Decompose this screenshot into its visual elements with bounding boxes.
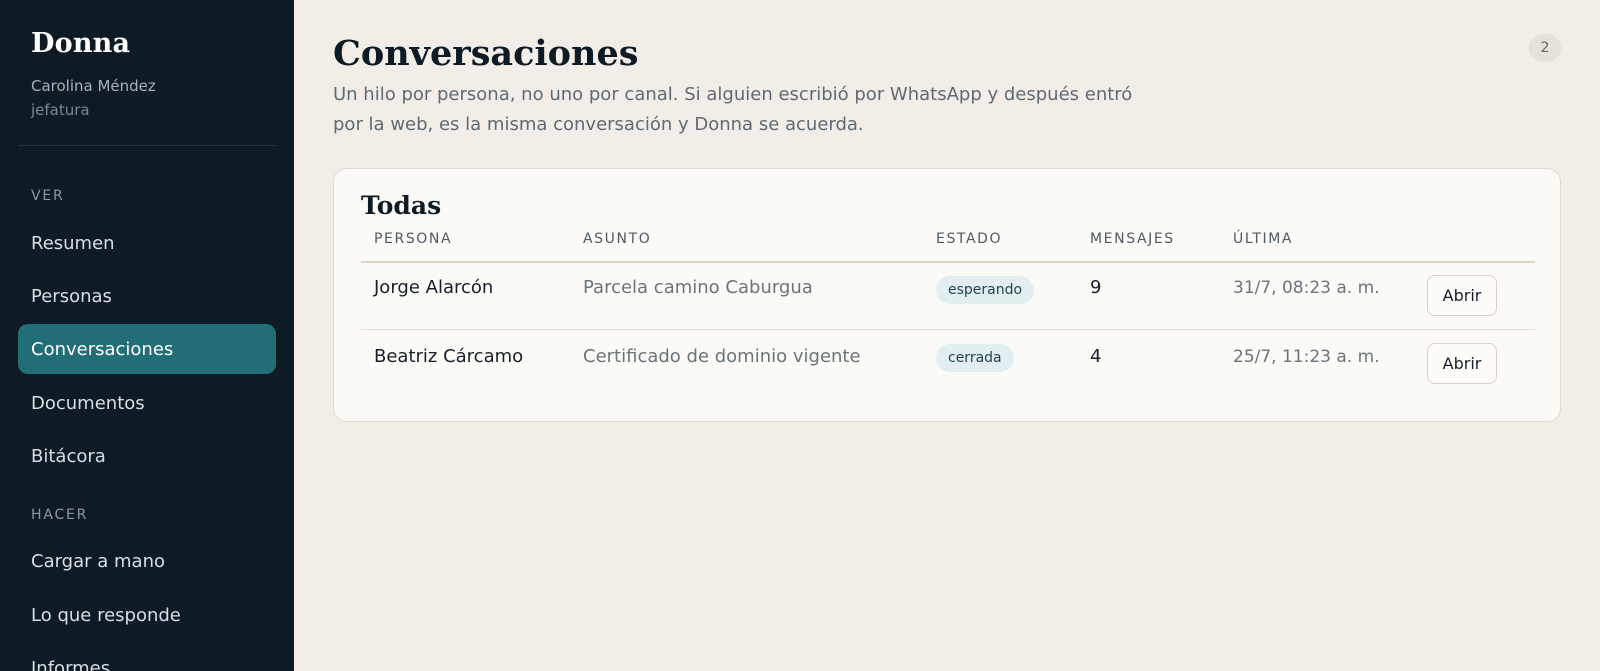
sidebar: Donna Carolina Méndez jefatura VER Resum… — [0, 0, 294, 671]
sidebar-item-resumen[interactable]: Resumen — [18, 218, 276, 268]
user-name: Carolina Méndez — [31, 77, 156, 95]
column-header-estado: ESTADO — [936, 231, 1003, 247]
sidebar-divider — [18, 145, 276, 146]
sidebar-item-informes[interactable]: Informes — [18, 643, 276, 671]
sidebar-item-documentos[interactable]: Documentos — [18, 378, 276, 428]
row-asunto: Parcela camino Caburgua — [583, 277, 813, 298]
table-header-divider — [361, 261, 1535, 263]
conversations-card: Todas PERSONA ASUNTO ESTADO MENSAJES ÚLT… — [333, 168, 1561, 422]
column-header-ultima: ÚLTIMA — [1233, 231, 1294, 247]
column-header-asunto: ASUNTO — [583, 231, 652, 247]
app-brand: Donna — [31, 28, 131, 59]
row-persona: Jorge Alarcón — [374, 277, 494, 298]
row-ultima: 31/7, 08:23 a. m. — [1233, 278, 1380, 298]
column-header-persona: PERSONA — [374, 231, 453, 247]
sidebar-item-bitacora[interactable]: Bitácora — [18, 431, 276, 481]
sidebar-item-lo-que-responde[interactable]: Lo que responde — [18, 590, 276, 640]
row-mensajes: 4 — [1090, 346, 1102, 367]
sidebar-item-personas[interactable]: Personas — [18, 271, 276, 321]
conversation-count-badge: 2 — [1529, 34, 1561, 62]
column-header-mensajes: MENSAJES — [1090, 231, 1175, 247]
row-persona: Beatriz Cárcamo — [374, 346, 524, 367]
user-role: jefatura — [31, 101, 90, 119]
status-badge: esperando — [936, 276, 1035, 304]
sidebar-section-hacer: HACER — [31, 507, 89, 523]
open-button[interactable]: Abrir — [1427, 275, 1497, 316]
row-asunto: Certificado de dominio vigente — [583, 346, 861, 367]
sidebar-item-conversaciones[interactable]: Conversaciones — [18, 324, 276, 374]
row-ultima: 25/7, 11:23 a. m. — [1233, 347, 1380, 367]
page-title: Conversaciones — [333, 33, 639, 74]
page-description: Un hilo por persona, no uno por canal. S… — [333, 84, 1133, 135]
table-row-divider — [361, 329, 1535, 330]
status-badge: cerrada — [936, 344, 1014, 372]
open-button[interactable]: Abrir — [1427, 343, 1497, 384]
card-title: Todas — [361, 191, 442, 220]
sidebar-item-cargar-a-mano[interactable]: Cargar a mano — [18, 536, 276, 586]
row-mensajes: 9 — [1090, 277, 1102, 298]
sidebar-section-ver: VER — [31, 188, 65, 204]
